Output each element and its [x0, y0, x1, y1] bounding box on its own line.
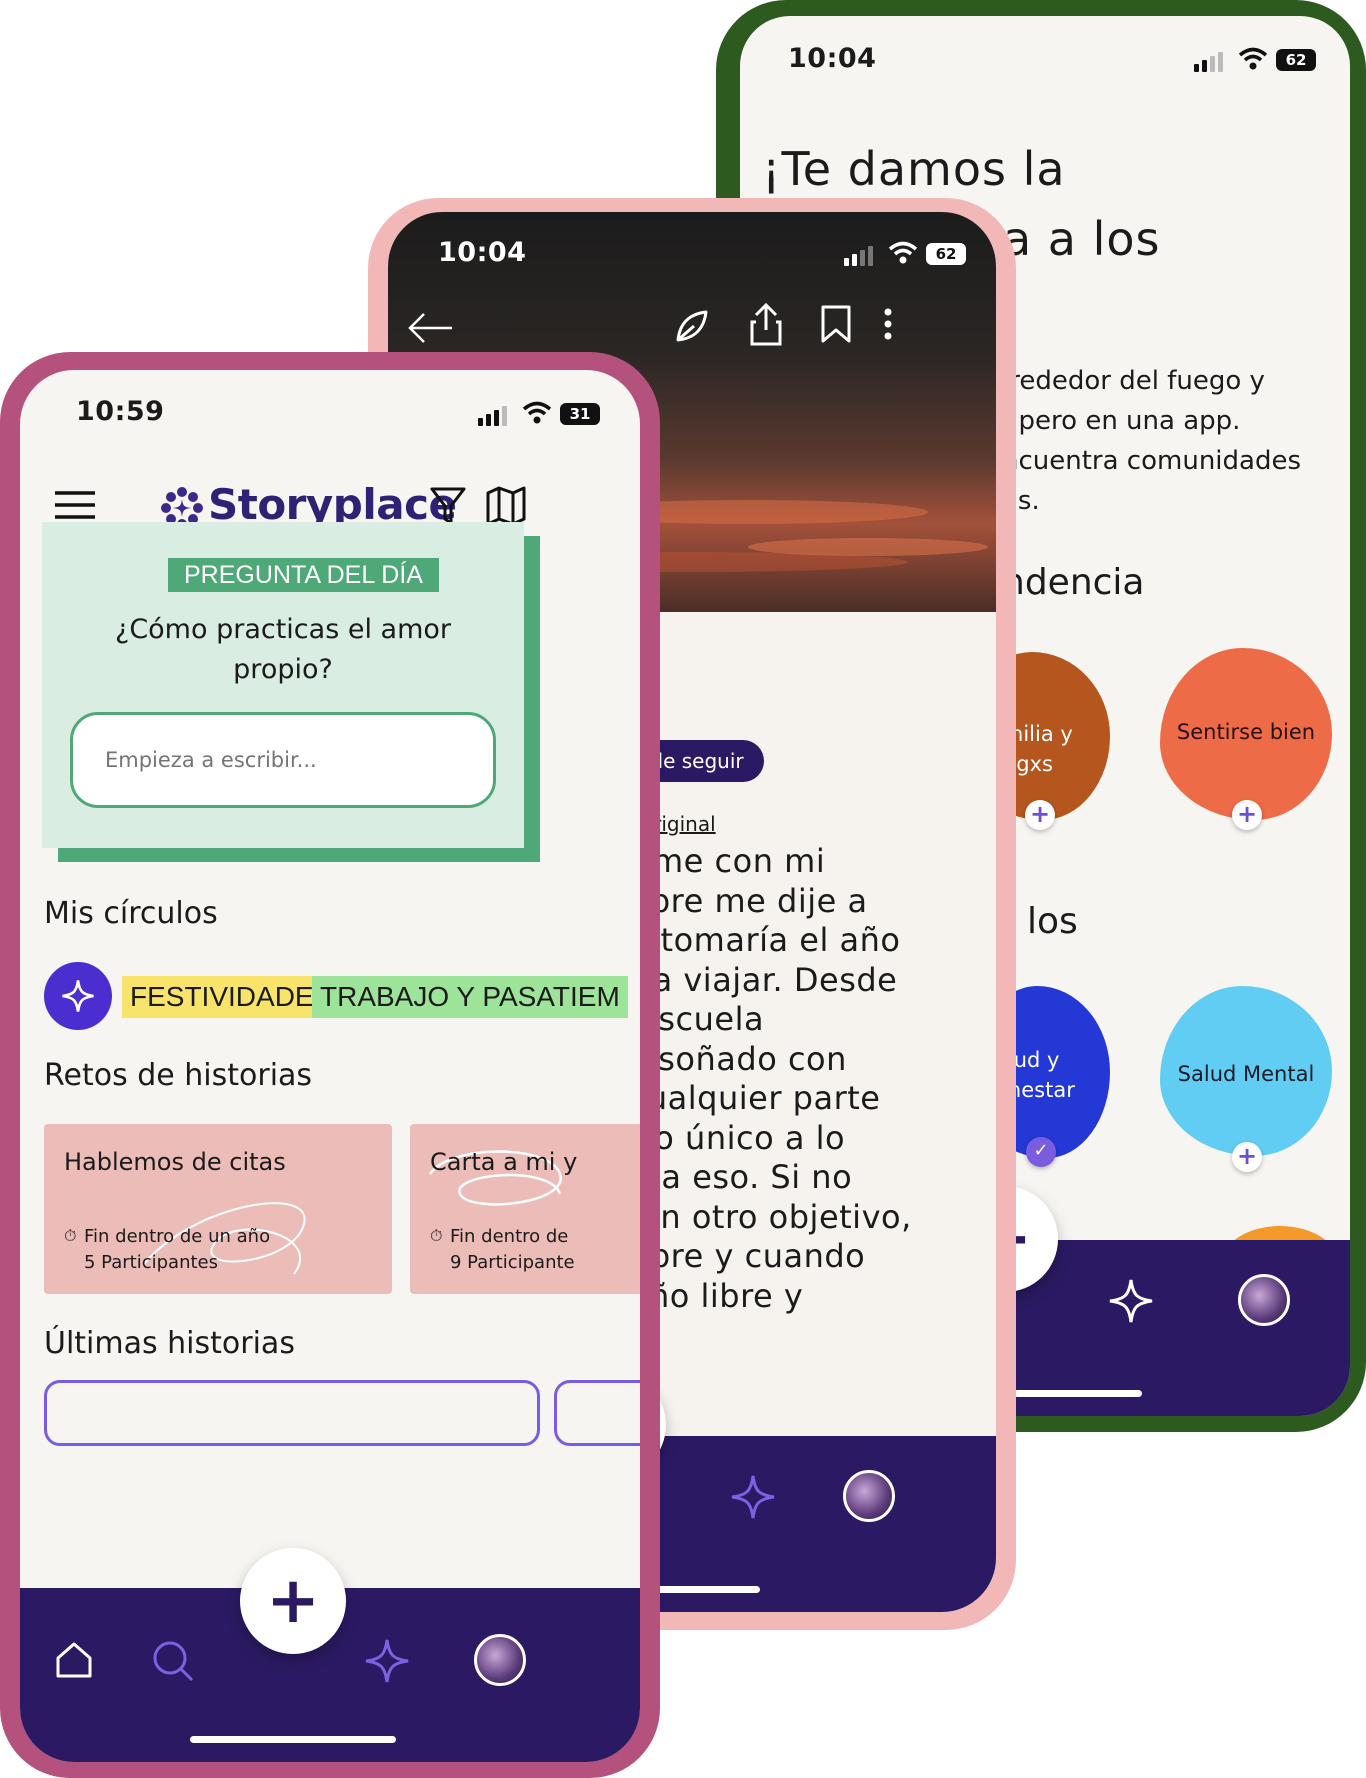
battery-icon: 31	[560, 403, 600, 425]
status-time: 10:59	[76, 396, 165, 427]
challenge-participants: 5 Participantes	[84, 1252, 218, 1273]
section-title-communities: los	[1027, 901, 1078, 942]
create-story-button[interactable]: +	[240, 1548, 346, 1654]
back-arrow-icon[interactable]	[406, 312, 454, 348]
sparkle-icon	[62, 980, 94, 1012]
send-icon[interactable]	[674, 308, 710, 348]
circles-sparkle-button[interactable]	[44, 962, 112, 1030]
circle-chip[interactable]: FESTIVIDADES	[122, 976, 341, 1018]
sparkle-icon[interactable]	[1108, 1278, 1154, 1328]
signal-icon	[478, 406, 507, 426]
status-bar: 10:04 62	[740, 16, 1350, 76]
more-icon[interactable]	[883, 308, 893, 344]
question-tag: PREGUNTA DEL DÍA	[168, 558, 439, 592]
welcome-heading-line2: a a los	[1003, 212, 1161, 266]
battery-icon: 62	[926, 243, 966, 265]
search-icon[interactable]	[152, 1640, 194, 1686]
battery-icon: 62	[1276, 49, 1316, 71]
bookmark-icon[interactable]	[820, 304, 852, 348]
avatar[interactable]	[474, 1634, 526, 1686]
question-text: ¿Cómo practicas el amor propio?	[114, 614, 452, 685]
latest-title: Últimas historias	[44, 1326, 295, 1361]
answer-input[interactable]	[70, 712, 496, 808]
share-icon[interactable]	[748, 302, 784, 350]
avatar[interactable]	[843, 1470, 895, 1522]
status-bar: 10:59 31	[20, 370, 640, 430]
section-title-trending: ndencia	[1002, 562, 1145, 603]
join-button[interactable]: +	[1025, 800, 1055, 830]
phone-front-screen: 10:59 31 Storyplace PREGUNTA DEL DÍA ¿Có…	[20, 370, 640, 1762]
welcome-heading-line1: ¡Te damos la	[762, 142, 1066, 196]
join-button[interactable]: +	[1232, 1142, 1262, 1172]
status-time: 10:04	[788, 43, 877, 74]
challenge-participants: 9 Participante	[450, 1252, 575, 1273]
challenge-title: Hablemos de citas	[64, 1148, 286, 1176]
joined-badge: ✓	[1026, 1137, 1056, 1167]
challenges-title: Retos de historias	[44, 1058, 313, 1093]
community-bubble[interactable]: Sentirse bien	[1160, 648, 1332, 820]
phone-front: 10:59 31 Storyplace PREGUNTA DEL DÍA ¿Có…	[0, 352, 660, 1778]
timer-icon: ⏱	[430, 1226, 443, 1245]
avatar[interactable]	[1238, 1274, 1290, 1326]
challenge-ends: Fin dentro de un año	[84, 1226, 271, 1247]
welcome-paragraph: lrededor del fuego y , pero en una app. …	[1002, 366, 1301, 516]
challenge-ends: Fin dentro de	[450, 1226, 569, 1247]
challenge-card[interactable]: Carta a mi y ⏱ Fin dentro de 9 Participa…	[410, 1124, 640, 1294]
signal-icon	[1194, 52, 1223, 72]
circles-title: Mis círculos	[44, 896, 218, 931]
home-icon[interactable]	[54, 1640, 94, 1684]
wifi-icon	[888, 240, 918, 270]
status-bar: 10:04 62	[388, 212, 996, 272]
community-bubble[interactable]: Salud Mental	[1160, 986, 1332, 1156]
menu-icon[interactable]	[54, 490, 96, 524]
sparkle-icon[interactable]	[730, 1474, 776, 1524]
timer-icon: ⏱	[64, 1226, 77, 1245]
circle-chip[interactable]: TRABAJO Y PASATIEM	[312, 976, 628, 1018]
wifi-icon	[1238, 46, 1268, 76]
challenge-card[interactable]: Hablemos de citas ⏱ Fin dentro de un año…	[44, 1124, 392, 1294]
status-time: 10:04	[438, 237, 527, 268]
wifi-icon	[522, 400, 552, 430]
signal-icon	[844, 246, 873, 266]
challenge-title: Carta a mi y	[430, 1148, 578, 1176]
join-button[interactable]: +	[1232, 800, 1262, 830]
story-card-preview[interactable]	[44, 1380, 540, 1446]
home-indicator	[190, 1736, 396, 1743]
story-card-preview[interactable]	[554, 1380, 640, 1446]
sparkle-icon[interactable]	[364, 1638, 410, 1688]
